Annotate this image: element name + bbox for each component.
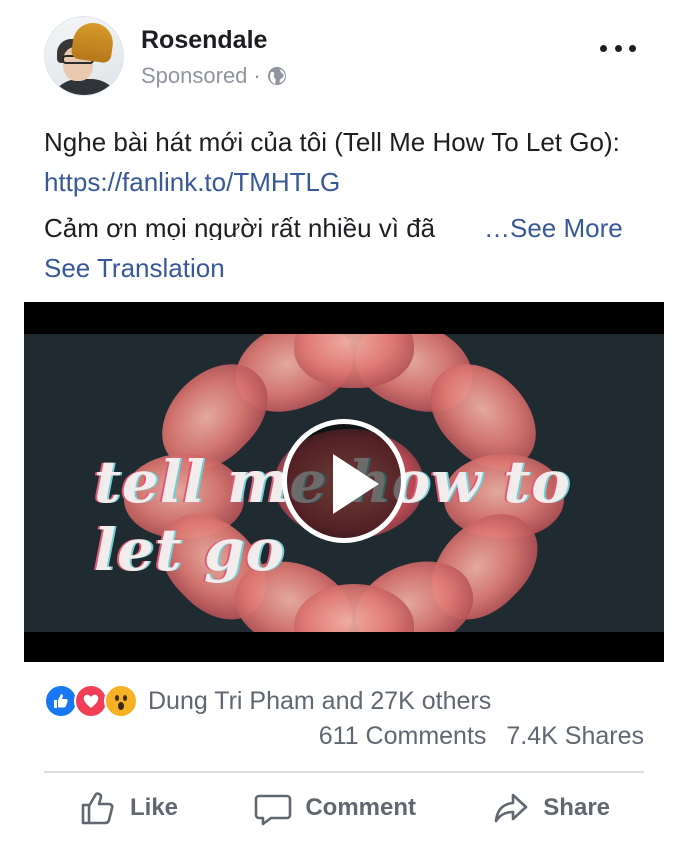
- reactions-text[interactable]: Dung Tri Pham and 27K others: [148, 687, 491, 716]
- play-icon[interactable]: [282, 419, 406, 543]
- message-link[interactable]: https://fanlink.to/TMHTLG: [44, 167, 340, 197]
- sponsored-label[interactable]: Sponsored: [141, 63, 247, 89]
- post-header: Rosendale Sponsored ·: [44, 16, 644, 98]
- love-reaction-icon: [74, 684, 108, 718]
- post-message: Nghe bài hát mới của tôi (Tell Me How To…: [44, 122, 644, 202]
- message-text: Nghe bài hát mới của tôi (Tell Me How To…: [44, 127, 620, 157]
- share-label: Share: [543, 794, 610, 821]
- action-bar: Like Comment Share: [44, 784, 644, 832]
- wow-reaction-icon: [104, 684, 138, 718]
- like-label: Like: [130, 794, 179, 821]
- more-options-icon[interactable]: [600, 38, 636, 58]
- message-line-2: Cảm ơn mọi người rất nhiều vì đã: [44, 213, 436, 240]
- comments-count[interactable]: 611 Comments: [319, 722, 487, 751]
- thumbs-up-icon: [81, 792, 114, 825]
- author-name[interactable]: Rosendale: [141, 26, 267, 55]
- see-more-link[interactable]: …See More: [484, 208, 623, 240]
- comment-button[interactable]: Comment: [219, 788, 450, 828]
- like-reaction-icon: [44, 684, 78, 718]
- comment-label: Comment: [305, 794, 416, 821]
- comment-bubble-icon: [255, 794, 292, 826]
- post-message-truncated: Cảm ơn mọi người rất nhiều vì đã …See Mo…: [44, 208, 644, 240]
- like-button[interactable]: Like: [44, 788, 212, 828]
- meta-separator: ·: [253, 63, 261, 88]
- see-translation-link[interactable]: See Translation: [44, 250, 225, 286]
- divider: [44, 771, 644, 773]
- engagement-counts: 611 Comments 7.4K Shares: [319, 722, 644, 751]
- shares-count[interactable]: 7.4K Shares: [506, 722, 644, 751]
- post-meta: Sponsored ·: [141, 63, 287, 89]
- share-button[interactable]: Share: [457, 788, 644, 828]
- avatar[interactable]: [44, 16, 124, 96]
- video-player[interactable]: tell me how to let go: [24, 302, 664, 662]
- share-arrow-icon: [494, 793, 528, 823]
- reactions-summary[interactable]: Dung Tri Pham and 27K others: [44, 684, 491, 718]
- globe-icon[interactable]: [267, 66, 287, 86]
